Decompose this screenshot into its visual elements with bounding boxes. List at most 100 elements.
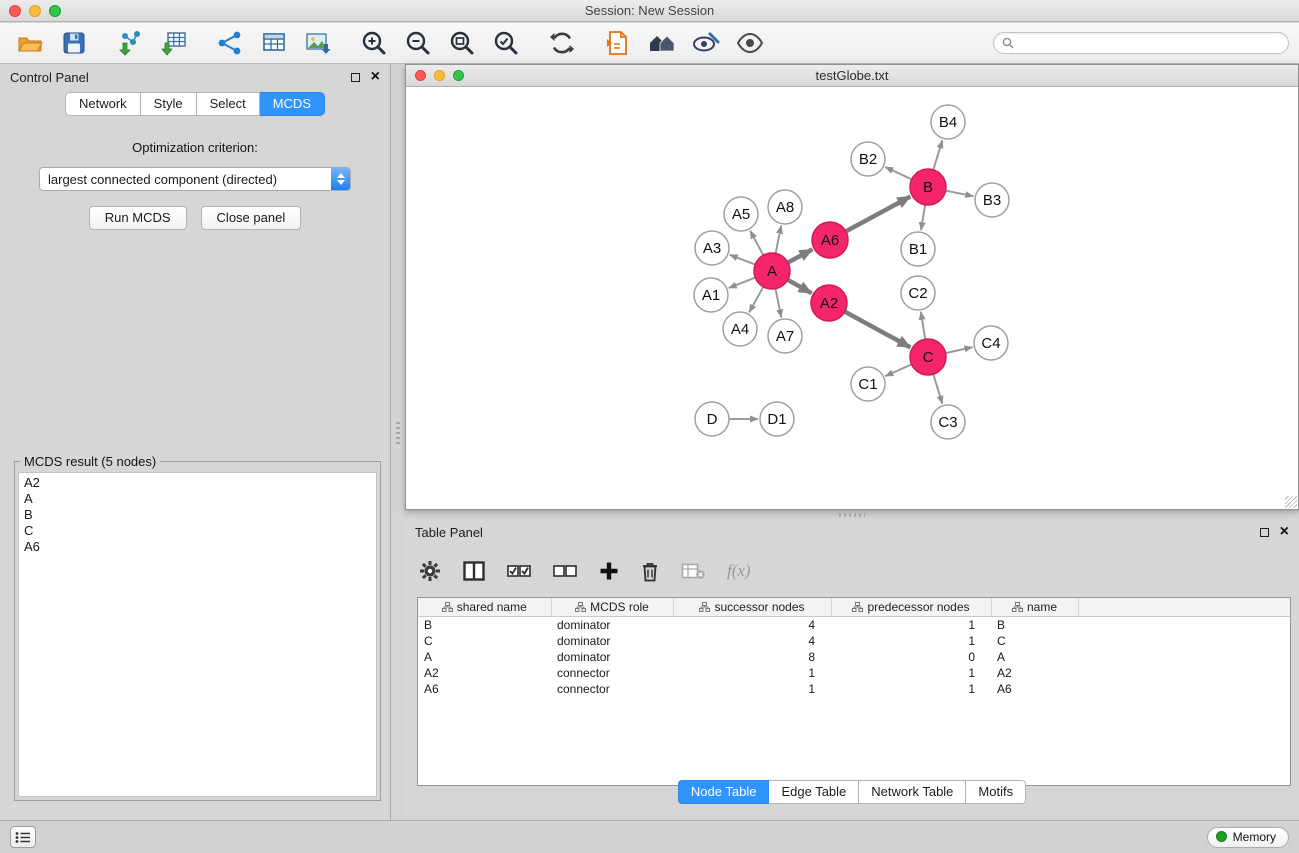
node-C1[interactable]: C1 [851,367,885,401]
table-cell[interactable]: A [418,649,551,665]
table-cell[interactable]: 4 [673,633,831,649]
tab-node-table[interactable]: Node Table [678,780,770,804]
delete-table-button[interactable] [681,562,705,580]
column-header-name[interactable]: name [991,598,1078,616]
table-cell[interactable]: C [418,633,551,649]
edge-A-A7[interactable] [776,289,782,318]
node-C4[interactable]: C4 [974,326,1008,360]
horizontal-splitter[interactable] [405,511,1299,518]
edge-A-A8[interactable] [776,226,782,254]
zoom-network-window-button[interactable] [453,70,464,81]
column-header-predecessor-nodes[interactable]: predecessor nodes [831,598,991,616]
column-header-shared-name[interactable]: shared name [418,598,551,616]
close-network-window-button[interactable] [415,70,426,81]
show-columns-button[interactable] [463,561,485,581]
close-window-button[interactable] [9,5,21,17]
save-session-button[interactable] [54,26,94,60]
edge-A-A1[interactable] [729,278,756,288]
tab-edge-table[interactable]: Edge Table [769,780,859,804]
node-A6[interactable]: A6 [812,222,848,258]
run-mcds-button[interactable]: Run MCDS [89,206,187,230]
zoom-selected-button[interactable] [486,26,526,60]
edge-C-C1[interactable] [885,364,911,376]
table-cell[interactable]: A [991,649,1078,665]
close-panel-button[interactable]: Close panel [201,206,302,230]
table-row[interactable]: Cdominator41C [418,633,1290,649]
node-C2[interactable]: C2 [901,276,935,310]
float-table-panel-icon[interactable] [1260,528,1269,537]
edge-B-B4[interactable] [933,140,942,170]
table-cell[interactable]: A2 [991,665,1078,681]
home-button[interactable] [642,26,682,60]
result-item[interactable]: B [24,507,371,523]
node-A7[interactable]: A7 [768,319,802,353]
table-cell[interactable]: dominator [551,649,673,665]
edge-A-A2[interactable] [788,280,812,293]
show-details-button[interactable] [730,26,770,60]
tab-network-table[interactable]: Network Table [859,780,966,804]
zoom-fit-button[interactable] [442,26,482,60]
delete-column-button[interactable] [641,561,659,582]
table-cell[interactable]: connector [551,681,673,697]
table-row[interactable]: A2connector11A2 [418,665,1290,681]
import-table-button[interactable] [154,26,194,60]
edge-A-A4[interactable] [749,287,763,313]
tab-motifs[interactable]: Motifs [966,780,1026,804]
table-cell[interactable]: 1 [831,616,991,633]
table-cell[interactable]: C [991,633,1078,649]
table-cell[interactable]: 1 [831,681,991,697]
node-B3[interactable]: B3 [975,183,1009,217]
visual-style-button[interactable] [686,26,726,60]
new-table-button[interactable] [254,26,294,60]
table-cell[interactable]: 4 [673,616,831,633]
node-A1[interactable]: A1 [694,278,728,312]
node-B1[interactable]: B1 [901,232,935,266]
node-A4[interactable]: A4 [723,312,757,346]
node-A8[interactable]: A8 [768,190,802,224]
table-cell[interactable]: B [991,616,1078,633]
result-item[interactable]: A2 [24,475,371,491]
node-A[interactable]: A [754,253,790,289]
edge-B-B1[interactable] [921,205,925,230]
node-A5[interactable]: A5 [724,197,758,231]
minimize-window-button[interactable] [29,5,41,17]
result-item[interactable]: A6 [24,539,371,555]
tab-mcds[interactable]: MCDS [260,92,325,116]
node-A3[interactable]: A3 [695,231,729,265]
edge-A6-B[interactable] [846,197,911,232]
edge-A-A3[interactable] [730,255,756,265]
node-B4[interactable]: B4 [931,105,965,139]
new-network-button[interactable] [210,26,250,60]
edge-C-C2[interactable] [921,312,925,339]
zoom-in-button[interactable] [354,26,394,60]
close-panel-icon[interactable]: × [371,71,380,83]
table-settings-button[interactable] [419,560,441,582]
table-cell[interactable]: 1 [831,665,991,681]
edge-B-B2[interactable] [885,167,912,179]
table-cell[interactable]: 1 [831,633,991,649]
table-row[interactable]: Adominator80A [418,649,1290,665]
table-cell[interactable]: 0 [831,649,991,665]
node-C3[interactable]: C3 [931,405,965,439]
select-all-button[interactable] [507,563,531,579]
edge-A-A6[interactable] [788,249,813,262]
search-input[interactable] [1019,35,1280,51]
add-column-button[interactable] [599,561,619,581]
node-C[interactable]: C [910,339,946,375]
window-resize-handle[interactable] [1285,496,1297,508]
open-session-button[interactable] [10,26,50,60]
table-cell[interactable]: 1 [673,665,831,681]
tab-style[interactable]: Style [141,92,197,116]
table-cell[interactable]: A2 [418,665,551,681]
zoom-window-button[interactable] [49,5,61,17]
zoom-out-button[interactable] [398,26,438,60]
memory-button[interactable]: Memory [1207,827,1289,848]
vertical-splitter[interactable] [394,420,402,450]
close-table-panel-icon[interactable]: × [1280,526,1289,538]
table-cell[interactable]: A6 [991,681,1078,697]
table-row[interactable]: Bdominator41B [418,616,1290,633]
node-A2[interactable]: A2 [811,285,847,321]
tab-network[interactable]: Network [65,92,141,116]
edge-A-A5[interactable] [750,231,763,256]
deselect-all-button[interactable] [553,563,577,579]
